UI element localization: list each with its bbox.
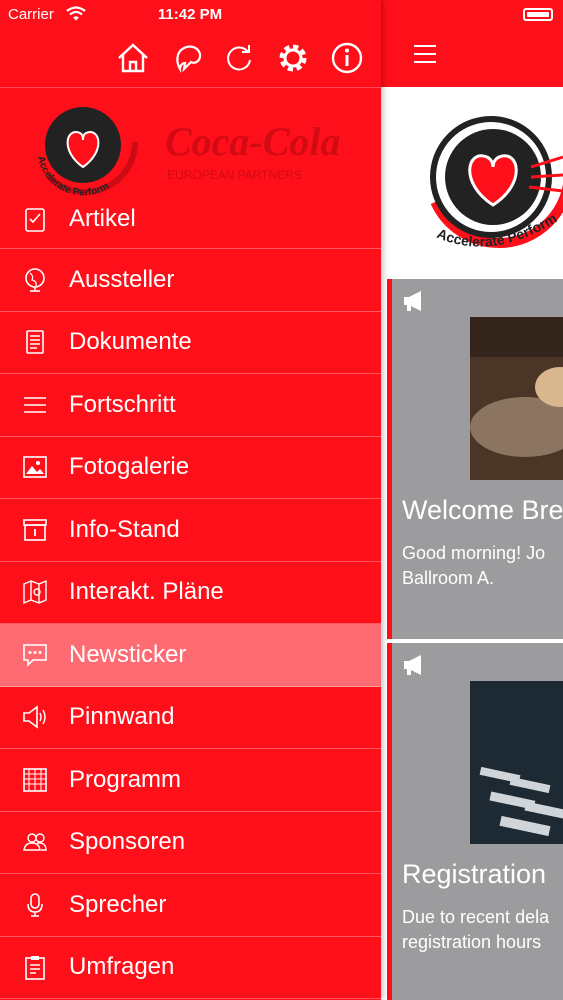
microphone-icon bbox=[27, 892, 43, 917]
menu-item-pinnwand[interactable]: Pinnwand bbox=[0, 687, 381, 749]
menu-item-fotogalerie[interactable]: Fotogalerie bbox=[0, 437, 381, 499]
settings-icon[interactable] bbox=[275, 40, 311, 76]
megaphone-icon bbox=[404, 655, 421, 675]
refresh-icon[interactable] bbox=[221, 40, 257, 76]
card-body-line: registration hours bbox=[402, 932, 542, 952]
drawer-menu: Artikel Aussteller Dokumente Fortschritt… bbox=[0, 205, 381, 999]
card-photo bbox=[470, 681, 563, 844]
menu-item-label: Umfragen bbox=[69, 953, 175, 981]
menu-item-label: Interakt. Pläne bbox=[69, 578, 224, 606]
menu-item-label: Aussteller bbox=[69, 265, 175, 293]
news-card[interactable]: Welcome Bre Good morning! Jo Ballroom A. bbox=[387, 279, 563, 639]
document-icon bbox=[26, 330, 44, 355]
event-banner: Accelerate Performanc bbox=[381, 74, 563, 279]
card-title: Registration bbox=[402, 859, 547, 889]
card-title: Welcome Bre bbox=[402, 495, 563, 525]
drawer-logos: Accelerate Performance 2.0 Coca-Cola EUR… bbox=[0, 79, 381, 205]
menu-item-sponsoren[interactable]: Sponsoren bbox=[0, 812, 381, 874]
home-icon[interactable] bbox=[115, 40, 151, 76]
menu-item-fortschritt[interactable]: Fortschritt bbox=[0, 374, 381, 437]
info-box-icon bbox=[23, 518, 47, 541]
newsticker-panel: Accelerate Performanc Welcome Bre Good m… bbox=[381, 0, 563, 1000]
status-time: 11:42 PM bbox=[157, 6, 223, 23]
people-icon bbox=[23, 833, 47, 851]
menu-item-umfragen[interactable]: Umfragen bbox=[0, 937, 381, 999]
drawer-toolbar bbox=[0, 30, 381, 88]
menu-item-label: Pinnwand bbox=[69, 703, 175, 731]
info-icon[interactable] bbox=[329, 40, 365, 76]
news-card[interactable]: Registration Due to recent dela registra… bbox=[387, 643, 563, 1000]
side-drawer: Accelerate Performance 2.0 Coca-Cola EUR… bbox=[0, 0, 381, 1000]
list-icon bbox=[24, 396, 46, 413]
menu-item-dokumente[interactable]: Dokumente bbox=[0, 312, 381, 374]
menu-item-info-stand[interactable]: Info-Stand bbox=[0, 499, 381, 562]
menu-item-programm[interactable]: Programm bbox=[0, 749, 381, 812]
globe-icon bbox=[25, 267, 45, 292]
menu-item-label: Sprecher bbox=[69, 890, 167, 918]
partner-logo-sub: EUROPEAN PARTNERS bbox=[167, 168, 302, 182]
menu-item-label: Info-Stand bbox=[69, 515, 180, 543]
card-photo bbox=[470, 317, 563, 480]
menu-item-label: Fotogalerie bbox=[69, 453, 190, 481]
menu-item-label: Dokumente bbox=[69, 328, 192, 356]
card-body: Due to recent dela registration hours bbox=[402, 905, 549, 955]
partner-logo: Coca-Cola bbox=[165, 119, 341, 164]
card-body-line: Due to recent dela bbox=[402, 907, 550, 927]
menu-item-aussteller[interactable]: Aussteller bbox=[0, 249, 381, 312]
calendar-icon bbox=[23, 767, 47, 792]
image-icon bbox=[23, 456, 47, 479]
menu-item-label: Fortschritt bbox=[69, 390, 176, 418]
menu-item-sprecher[interactable]: Sprecher bbox=[0, 874, 381, 937]
accelerate-logo-small: Accelerate Performance 2.0 Coca-Cola EUR… bbox=[0, 79, 341, 199]
hamburger-menu-icon[interactable] bbox=[414, 45, 436, 63]
feedback-icon[interactable] bbox=[170, 40, 206, 76]
menu-item-label: Artikel bbox=[69, 205, 136, 232]
menu-item-artikel[interactable]: Artikel bbox=[0, 205, 381, 249]
menu-item-newsticker[interactable]: Newsticker bbox=[0, 624, 381, 687]
card-body-line: Ballroom A. bbox=[402, 568, 495, 588]
menu-item-interakt-plaene[interactable]: Interakt. Pläne bbox=[0, 562, 381, 624]
megaphone-icon bbox=[404, 291, 421, 311]
card-body-line: Good morning! Jo bbox=[402, 543, 546, 563]
map-icon bbox=[23, 580, 47, 605]
accelerate-logo: Accelerate Performanc bbox=[381, 74, 563, 250]
menu-item-label: Sponsoren bbox=[69, 828, 186, 856]
battery-icon bbox=[523, 8, 553, 21]
status-bar: Carrier 11:42 PM bbox=[0, 0, 563, 30]
clipboard-icon bbox=[25, 956, 45, 981]
megaphone-icon bbox=[23, 705, 46, 729]
menu-item-label: Programm bbox=[69, 765, 182, 793]
article-icon bbox=[25, 208, 45, 232]
chat-icon bbox=[23, 643, 47, 667]
menu-item-label: Newsticker bbox=[69, 640, 187, 668]
card-body: Good morning! Jo Ballroom A. bbox=[402, 541, 545, 591]
